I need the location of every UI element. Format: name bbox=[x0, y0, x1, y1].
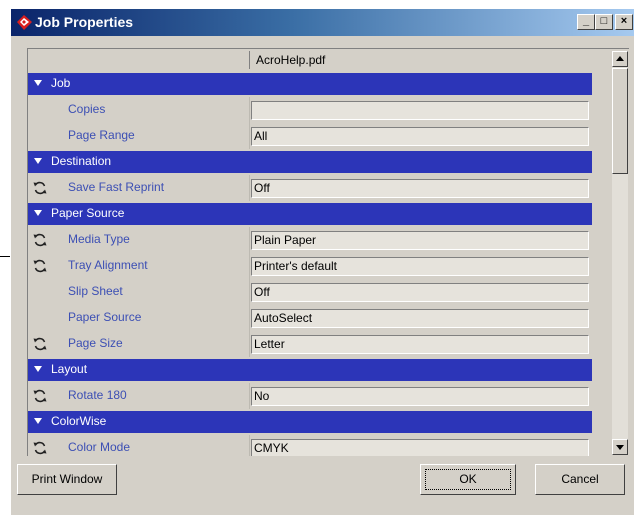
sync-arrows-icon bbox=[32, 258, 48, 274]
column-divider bbox=[249, 331, 250, 357]
job-properties-window: Job Properties _ □ × AcroHelp.pdf Job Cop… bbox=[10, 8, 634, 515]
column-divider bbox=[249, 279, 250, 305]
triangle-down-icon[interactable] bbox=[34, 210, 42, 216]
property-row: Slip Sheet Off bbox=[28, 279, 592, 305]
column-divider bbox=[249, 253, 250, 279]
section-header[interactable]: Destination bbox=[28, 151, 592, 173]
property-row: Page Range All bbox=[28, 123, 592, 149]
property-label: Save Fast Reprint bbox=[68, 180, 165, 194]
window-title: Job Properties bbox=[35, 14, 134, 30]
grid-header-blank bbox=[28, 51, 250, 69]
property-row: Paper Source AutoSelect bbox=[28, 305, 592, 331]
property-label: Page Size bbox=[68, 336, 123, 350]
arrow-down-icon bbox=[616, 445, 624, 450]
triangle-down-icon[interactable] bbox=[34, 418, 42, 424]
job-properties-icon bbox=[17, 15, 32, 30]
section-header[interactable]: Layout bbox=[28, 359, 592, 381]
property-value-field[interactable] bbox=[251, 101, 589, 120]
section-label: Layout bbox=[51, 362, 88, 376]
arrow-up-icon bbox=[616, 56, 624, 61]
property-row: Rotate 180 No bbox=[28, 383, 592, 409]
property-value-field[interactable]: CMYK bbox=[251, 439, 589, 456]
sync-arrows-icon bbox=[32, 232, 48, 248]
property-label: Copies bbox=[68, 102, 106, 116]
print-window-button[interactable]: Print Window bbox=[17, 464, 117, 495]
property-row: Media Type Plain Paper bbox=[28, 227, 592, 253]
triangle-down-icon[interactable] bbox=[34, 80, 42, 86]
scroll-down-button[interactable] bbox=[612, 439, 628, 455]
property-row: Copies bbox=[28, 97, 592, 123]
close-button[interactable]: × bbox=[615, 14, 633, 30]
property-value-field[interactable]: Plain Paper bbox=[251, 231, 589, 250]
focus-ring bbox=[425, 469, 511, 490]
property-value-field[interactable]: No bbox=[251, 387, 589, 406]
property-value-field[interactable]: Printer's default bbox=[251, 257, 589, 276]
property-row: Color Mode CMYK bbox=[28, 435, 592, 456]
maximize-button[interactable]: □ bbox=[595, 14, 613, 30]
triangle-down-icon[interactable] bbox=[34, 366, 42, 372]
scroll-up-button[interactable] bbox=[612, 51, 628, 67]
property-row: Save Fast Reprint Off bbox=[28, 175, 592, 201]
grid-header: AcroHelp.pdf bbox=[28, 49, 610, 71]
triangle-down-icon[interactable] bbox=[34, 158, 42, 164]
sync-arrows-icon bbox=[32, 180, 48, 196]
section-header[interactable]: Job bbox=[28, 73, 592, 95]
scrollbar-thumb[interactable] bbox=[612, 68, 628, 174]
property-label: Media Type bbox=[68, 232, 130, 246]
column-divider bbox=[249, 175, 250, 201]
section-label: Job bbox=[51, 76, 71, 90]
section-label: Destination bbox=[51, 154, 112, 168]
vertical-scrollbar[interactable] bbox=[612, 51, 628, 455]
section-header[interactable]: ColorWise bbox=[28, 411, 592, 433]
title-bar[interactable]: Job Properties _ □ × bbox=[11, 9, 634, 36]
property-value-field[interactable]: Letter bbox=[251, 335, 589, 354]
section-header[interactable]: Paper Source bbox=[28, 203, 592, 225]
properties-grid: AcroHelp.pdf Job Copies Page Range All Desti… bbox=[27, 48, 629, 456]
section-label: Paper Source bbox=[51, 206, 125, 220]
property-label: Color Mode bbox=[68, 440, 131, 454]
cancel-button[interactable]: Cancel bbox=[535, 464, 625, 495]
section-label: ColorWise bbox=[51, 414, 107, 428]
property-value-field[interactable]: Off bbox=[251, 179, 589, 198]
property-value-field[interactable]: All bbox=[251, 127, 589, 146]
column-divider bbox=[249, 227, 250, 253]
property-value-field[interactable]: Off bbox=[251, 283, 589, 302]
sync-arrows-icon bbox=[32, 388, 48, 404]
property-row: Tray Alignment Printer's default bbox=[28, 253, 592, 279]
column-divider bbox=[249, 305, 250, 331]
property-label: Page Range bbox=[68, 128, 135, 142]
ok-button[interactable]: OK bbox=[420, 464, 516, 495]
sync-arrows-icon bbox=[32, 440, 48, 456]
minimize-button[interactable]: _ bbox=[577, 14, 595, 30]
sync-arrows-icon bbox=[32, 336, 48, 352]
property-label: Slip Sheet bbox=[68, 284, 123, 298]
column-divider bbox=[249, 435, 250, 456]
column-divider bbox=[249, 97, 250, 123]
property-label: Tray Alignment bbox=[68, 258, 148, 272]
property-label: Paper Source bbox=[68, 310, 142, 324]
column-divider bbox=[249, 123, 250, 149]
grid-column-header: AcroHelp.pdf bbox=[256, 53, 326, 67]
property-row: Page Size Letter bbox=[28, 331, 592, 357]
property-value-field[interactable]: AutoSelect bbox=[251, 309, 589, 328]
property-label: Rotate 180 bbox=[68, 388, 127, 402]
column-divider bbox=[249, 383, 250, 409]
